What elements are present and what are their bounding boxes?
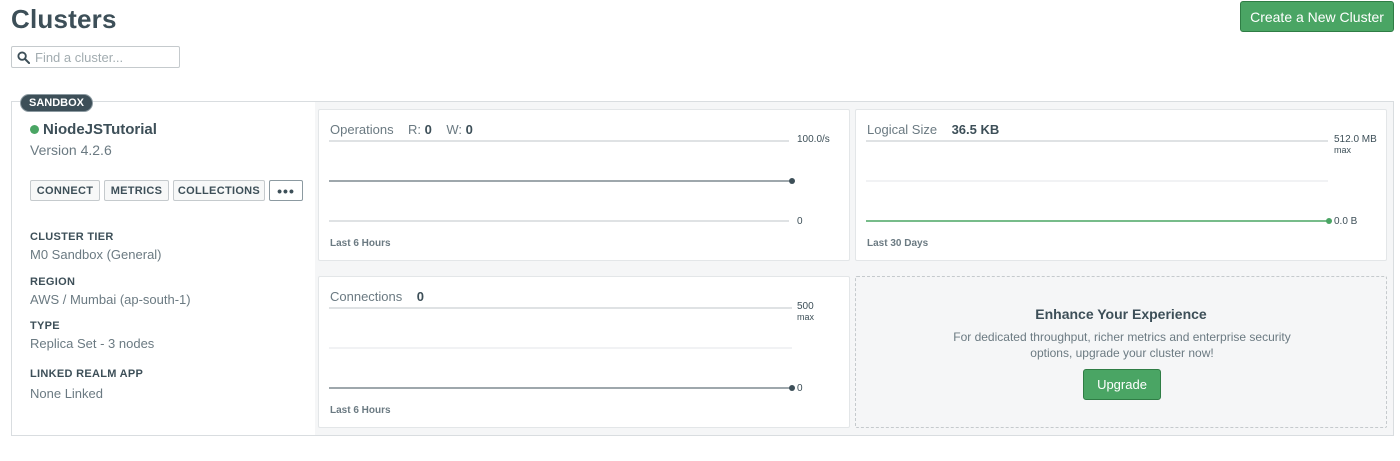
more-options-button[interactable]: •••: [269, 180, 303, 201]
operations-title: Operations R: 0 W: 0: [330, 122, 473, 137]
upgrade-text: For dedicated throughput, richer metrics…: [953, 330, 1291, 360]
upgrade-panel: Enhance Your Experience For dedicated th…: [855, 276, 1387, 428]
logical-size-series-point: [1326, 218, 1332, 224]
connections-range: Last 6 Hours: [330, 405, 391, 416]
connections-chart-panel[interactable]: Connections 0 500 max 0 Last 6 Hours: [318, 276, 850, 428]
operations-w-label: W:: [446, 122, 463, 137]
info-value-tier: M0 Sandbox (General): [30, 247, 162, 262]
page-title: Clusters: [11, 4, 117, 34]
search-input[interactable]: [35, 49, 175, 65]
logical-size-axis-max: 512.0 MB: [1334, 134, 1377, 145]
info-value-type: Replica Set - 3 nodes: [30, 336, 155, 351]
logical-size-axis-max-sub: max: [1334, 145, 1352, 155]
cluster-version: Version 4.2.6: [30, 142, 112, 158]
connections-title-label: Connections: [330, 289, 403, 304]
logical-size-range: Last 30 Days: [867, 238, 929, 249]
connections-axis-max: 500: [797, 301, 814, 312]
operations-series-point: [789, 178, 795, 184]
connections-title: Connections 0: [330, 289, 424, 304]
info-label-type: TYPE: [30, 320, 60, 332]
collections-button[interactable]: COLLECTIONS: [173, 180, 265, 201]
create-cluster-button[interactable]: Create a New Cluster: [1240, 1, 1394, 32]
info-label-region: REGION: [30, 276, 76, 288]
logical-size-title-label: Logical Size: [867, 122, 938, 137]
info-label-tier: CLUSTER TIER: [30, 231, 114, 243]
operations-range: Last 6 Hours: [330, 238, 391, 249]
logical-size-chart-panel[interactable]: Logical Size 36.5 KB 512.0 MB max 0.0 B …: [855, 109, 1387, 261]
cluster-name-label: NiodeJSTutorial: [43, 121, 157, 138]
connections-axis-min: 0: [797, 383, 803, 394]
metrics-button[interactable]: METRICS: [104, 180, 169, 201]
operations-r-label: R:: [408, 122, 422, 137]
search-icon: [17, 50, 30, 64]
connections-series-point: [789, 385, 795, 391]
operations-w-value: 0: [465, 122, 473, 137]
logical-size-axis-min: 0.0 B: [1334, 216, 1358, 227]
info-label-realm: LINKED REALM APP: [30, 368, 144, 380]
logical-size-title: Logical Size 36.5 KB: [867, 122, 999, 137]
operations-axis-min: 0: [797, 216, 803, 227]
upgrade-title: Enhance Your Experience: [1035, 306, 1207, 322]
status-dot-icon: [30, 125, 39, 134]
operations-chart-panel[interactable]: Operations R: 0 W: 0 100.0/s 0 Last 6 Ho…: [318, 109, 850, 261]
operations-axis-max: 100.0/s: [797, 134, 830, 145]
operations-r-value: 0: [424, 122, 432, 137]
info-value-region: AWS / Mumbai (ap-south-1): [30, 292, 191, 307]
connections-axis-max-sub: max: [797, 312, 815, 322]
connect-button[interactable]: CONNECT: [30, 180, 100, 201]
operations-title-label: Operations: [330, 122, 394, 137]
upgrade-button[interactable]: Upgrade: [1083, 369, 1161, 400]
logical-size-value: 36.5 KB: [951, 122, 1000, 137]
info-value-realm: None Linked: [30, 386, 103, 401]
connections-value: 0: [416, 289, 424, 304]
cluster-name[interactable]: NiodeJSTutorial: [30, 121, 157, 138]
cluster-search[interactable]: [11, 46, 180, 68]
sandbox-badge: SANDBOX: [20, 94, 94, 112]
